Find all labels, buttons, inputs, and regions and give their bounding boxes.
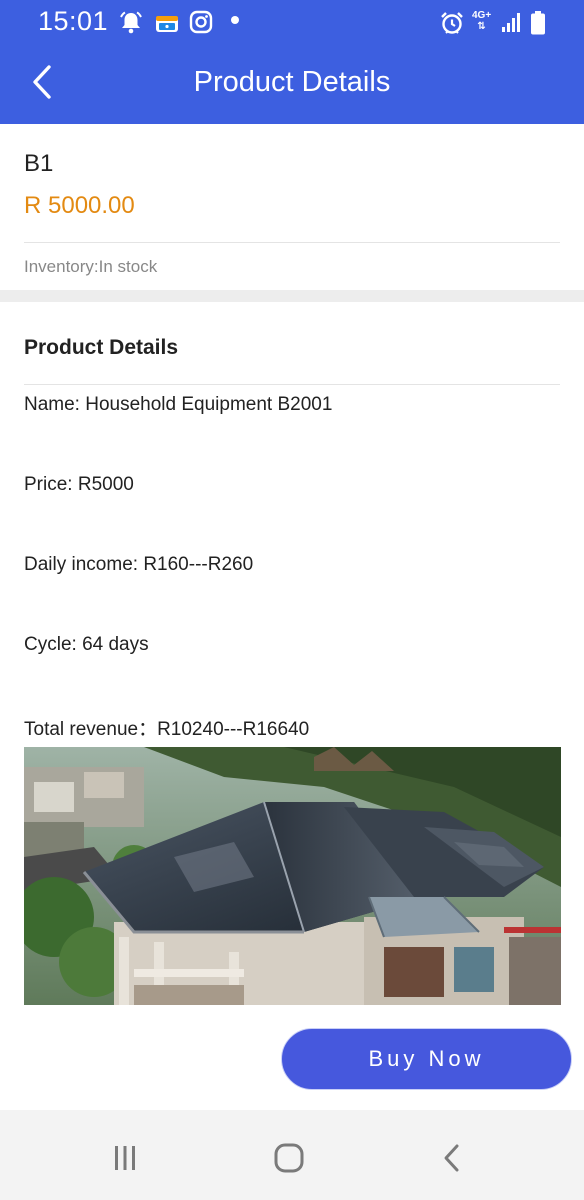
divider <box>24 384 560 385</box>
divider <box>24 242 560 243</box>
page-title: Product Details <box>193 66 391 98</box>
status-bar: 15:01 4G+ ⇅ <box>0 0 584 46</box>
product-photo <box>24 747 561 1005</box>
detail-daily-income: Daily income: R160---R260 <box>24 554 254 575</box>
system-nav-bar <box>0 1110 584 1200</box>
status-time: 15:01 <box>38 6 109 36</box>
alarm-bell-icon <box>118 10 142 34</box>
product-price: R 5000.00 <box>24 192 135 219</box>
network-indicator: 4G+ ⇅ <box>472 10 492 32</box>
nav-back-button[interactable] <box>432 1140 472 1180</box>
wallet-app-icon <box>154 10 178 34</box>
instagram-icon <box>189 10 213 34</box>
detail-cycle: Cycle: 64 days <box>24 634 149 655</box>
notification-dot-icon <box>231 16 239 24</box>
detail-price: Price: R5000 <box>24 474 134 495</box>
inventory-status: Inventory:In stock <box>24 257 158 276</box>
recents-button[interactable] <box>105 1140 145 1180</box>
home-icon <box>273 1142 305 1179</box>
product-details-section: Product Details Name: Household Equipmen… <box>0 302 584 1110</box>
product-summary: B1 R 5000.00 Inventory:In stock <box>0 124 584 290</box>
recents-icon <box>110 1143 140 1178</box>
details-heading: Product Details <box>24 336 179 359</box>
detail-total-revenue: Total revenue：R10240---R16640 <box>24 719 310 740</box>
buy-now-button[interactable]: Buy Now <box>281 1028 572 1090</box>
signal-icon <box>501 10 525 34</box>
battery-icon <box>529 10 553 35</box>
app-header: Product Details <box>0 46 584 124</box>
back-icon <box>442 1143 462 1178</box>
home-button[interactable] <box>269 1140 309 1180</box>
top-bar: 15:01 4G+ ⇅ Product Details <box>0 0 584 124</box>
detail-name: Name: Household Equipment B2001 <box>24 394 333 415</box>
product-code: B1 <box>24 150 54 177</box>
alarm-clock-icon <box>439 10 463 34</box>
section-separator <box>0 290 584 302</box>
